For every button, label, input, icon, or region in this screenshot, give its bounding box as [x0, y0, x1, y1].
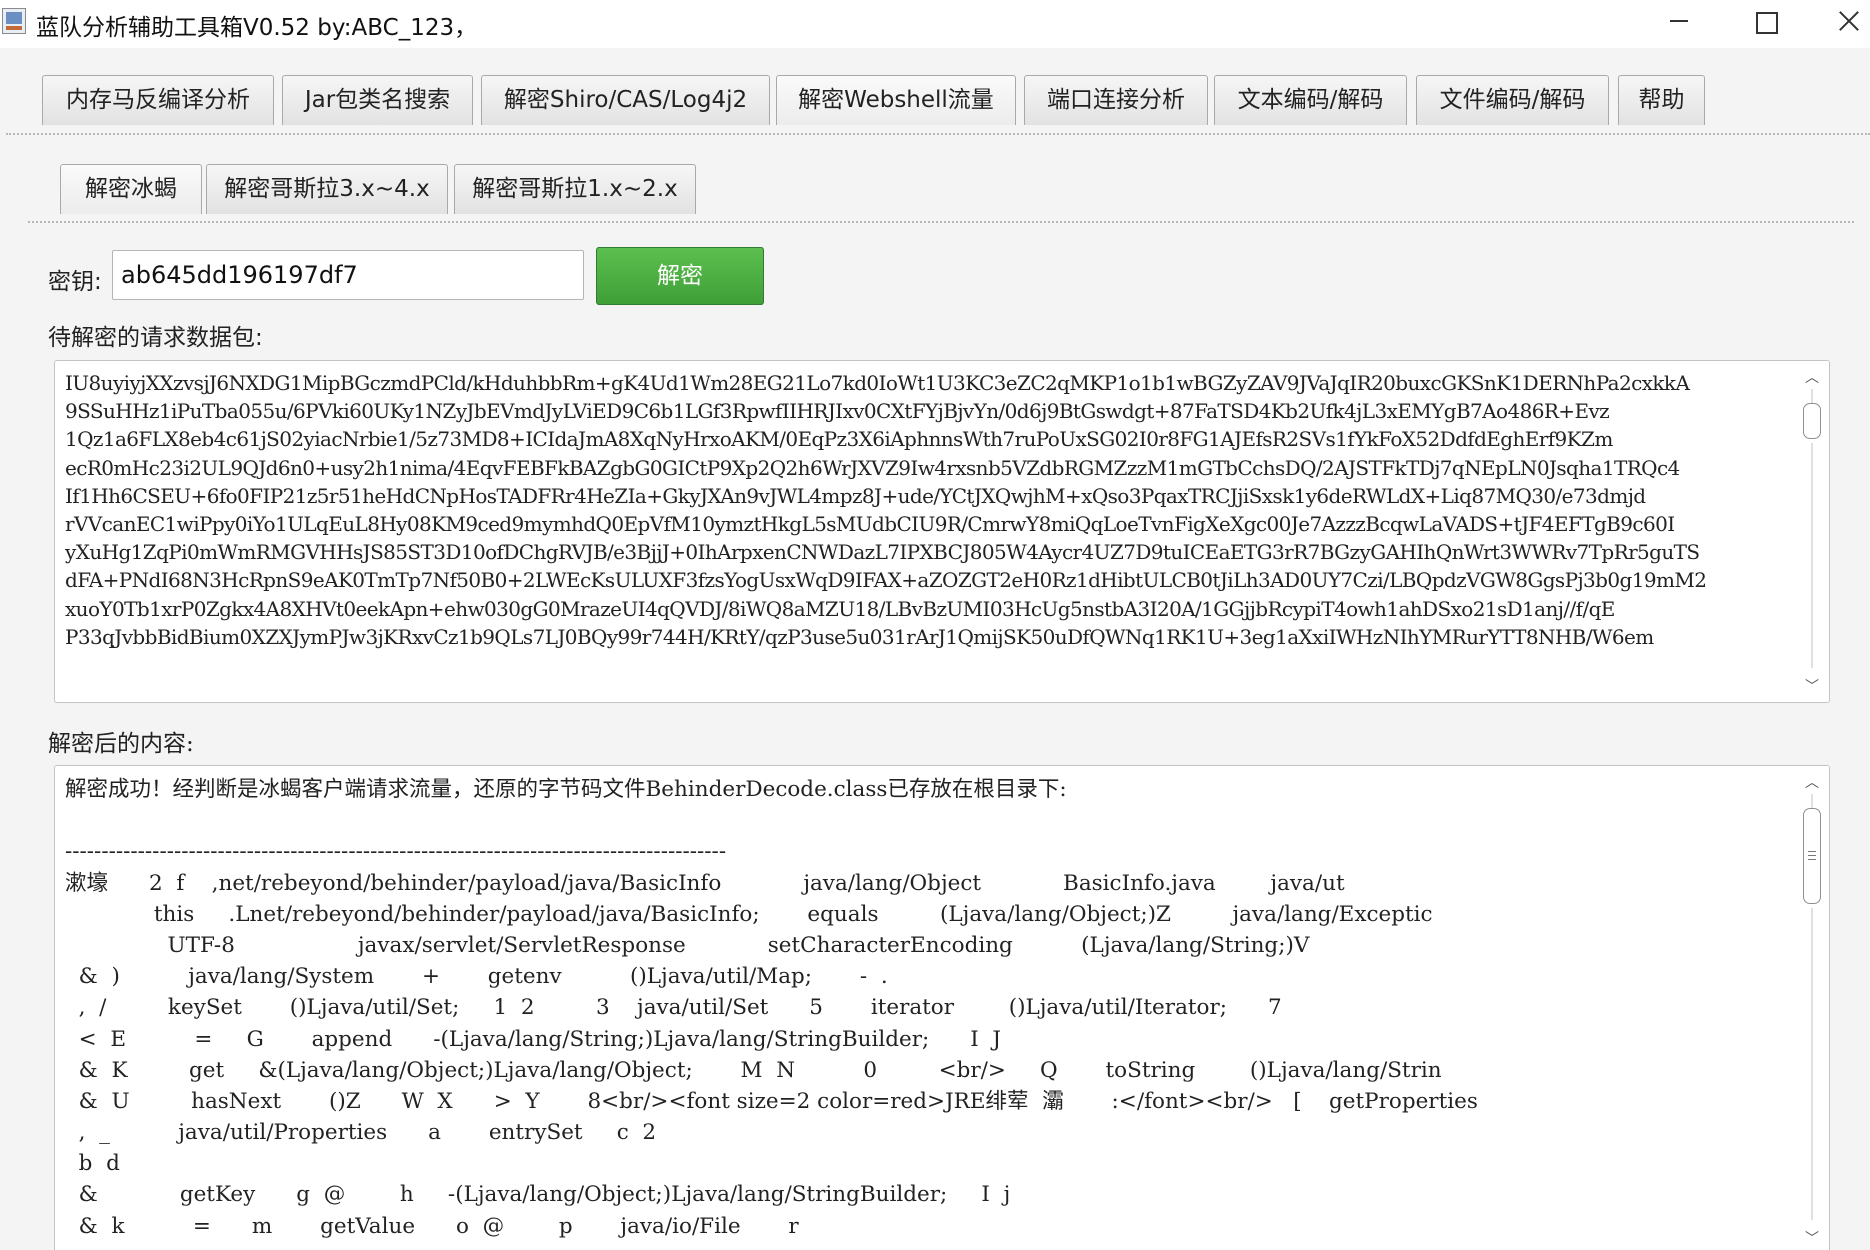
response-text-line: & getKey g @ h -(Ljava/lang/Object;)Ljav…	[65, 1182, 1011, 1208]
minimize-icon[interactable]	[1648, 0, 1708, 44]
window-title: 蓝队分析辅助工具箱V0.52 by:ABC_123，	[36, 15, 478, 41]
tab-jar-class-search[interactable]: Jar包类名搜索	[282, 75, 473, 125]
request-text-line: 1Qz1a6FLX8eb4c61jS02yiacNrbie1/5z73MD8+I…	[65, 427, 1613, 452]
request-text-line: 9SSuHHz1iPuTba055u/6PVki60UKy1NZyJbEVmdJ…	[65, 399, 1610, 424]
tab-help[interactable]: 帮助	[1618, 75, 1705, 125]
subtab-decrypt-godzilla-3-4[interactable]: 解密哥斯拉3.x~4.x	[206, 164, 448, 214]
request-text-line: If1Hh6CSEU+6fo0FIP21z5r51heHdCNpHosTADFR…	[65, 483, 1646, 508]
request-text-line: yXuHg1ZqPi0mWmRMGVHHsJS85ST3D10ofDChgRVJ…	[65, 540, 1700, 565]
java-app-icon	[2, 8, 26, 34]
request-text-line: P33qJvbbBidBium0XZXJymPJw3jKRxvCz1b9QLs7…	[65, 624, 1654, 649]
request-label: 待解密的请求数据包:	[48, 325, 263, 351]
main-tab-divider	[6, 133, 1870, 135]
response-text-line: < E = G append -(Ljava/lang/String;)Ljav…	[65, 1026, 1002, 1052]
scroll-track	[1811, 794, 1813, 808]
request-scrollbar[interactable]: ︿ ﹀	[1795, 361, 1829, 702]
tab-memshell-decompile[interactable]: 内存马反编译分析	[42, 75, 274, 125]
response-scrollbar[interactable]: ︿ ﹀	[1795, 766, 1829, 1250]
scroll-track	[1811, 908, 1813, 1220]
response-text-line	[65, 805, 1793, 836]
scroll-up-icon[interactable]: ︿	[1804, 776, 1820, 790]
request-text-line: rVVcanEC1wiPpy0iYo1ULqEuL8Hy08KM9ced9mym…	[65, 511, 1675, 536]
subtab-decrypt-godzilla-1-2[interactable]: 解密哥斯拉1.x~2.x	[454, 164, 696, 214]
response-textarea[interactable]: 解密成功！经判断是冰蝎客户端请求流量，还原的字节码文件BehinderDecod…	[54, 765, 1830, 1250]
scroll-up-icon[interactable]: ︿	[1804, 371, 1820, 385]
scroll-thumb[interactable]	[1803, 403, 1821, 439]
request-text-line: IU8uyiyjXXzvsjJ6NXDG1MipBGczmdPCld/kHduh…	[65, 371, 1690, 395]
response-text-line: & K get &(Ljava/lang/Object;)Ljava/lang/…	[65, 1057, 1442, 1083]
key-label: 密钥:	[48, 269, 102, 295]
request-text-line: ecR0mHc23i2UL9QJd6n0+usy2h1nima/4EqvFEBF…	[65, 455, 1680, 480]
response-text: 解密成功！经判断是冰蝎客户端请求流量，还原的字节码文件BehinderDecod…	[65, 774, 1793, 1250]
request-textarea[interactable]: IU8uyiyjXXzvsjJ6NXDG1MipBGczmdPCld/kHduh…	[54, 360, 1830, 703]
response-text-line: 解密成功！经判断是冰蝎客户端请求流量，还原的字节码文件BehinderDecod…	[65, 777, 1067, 802]
response-text-line: , _ java/util/Properties a entrySet c 2	[65, 1120, 657, 1146]
title-bar: 蓝队分析辅助工具箱V0.52 by:ABC_123，	[0, 0, 1870, 48]
scroll-down-icon[interactable]: ﹀	[1804, 1232, 1820, 1246]
scroll-thumb[interactable]	[1803, 808, 1821, 904]
response-text-line: ----------------------------------------…	[65, 839, 727, 865]
sub-tab-divider	[28, 221, 1854, 223]
close-icon[interactable]	[1820, 0, 1870, 44]
tab-decrypt-webshell-traffic[interactable]: 解密Webshell流量	[776, 75, 1016, 125]
request-text: IU8uyiyjXXzvsjJ6NXDG1MipBGczmdPCld/kHduh…	[65, 369, 1793, 698]
response-text-line: UTF-8 javax/servlet/ServletResponse setC…	[65, 932, 1310, 958]
maximize-icon[interactable]	[1734, 0, 1794, 44]
key-input[interactable]: ab645dd196197df7	[112, 250, 584, 300]
request-text-line: xuoY0Tb1xrP0Zgkx4A8XHVt0eekApn+ehw030gG0…	[65, 596, 1615, 621]
response-text-line: , / keySet ()Ljava/util/Set; 1 2 3 java/…	[65, 995, 1282, 1021]
response-text-line: b d	[65, 1151, 120, 1177]
subtab-decrypt-behinder[interactable]: 解密冰蝎	[60, 164, 202, 214]
response-text-line: 漱壕 2 f ,net/rebeyond/behinder/payload/ja…	[65, 870, 1345, 896]
request-text-line: dFA+PNdI68N3HcRpnS9eAK0TmTp7Nf50B0+2LWEc…	[65, 568, 1707, 593]
response-text-line: & U hasNext ()Z W X > Y 8<br/><font size…	[65, 1088, 1478, 1114]
tab-text-encode-decode[interactable]: 文本编码/解码	[1214, 75, 1407, 125]
tab-file-encode-decode[interactable]: 文件编码/解码	[1416, 75, 1609, 125]
tab-port-connection-analysis[interactable]: 端口连接分析	[1024, 75, 1208, 125]
tab-decrypt-shiro-cas-log4j2[interactable]: 解密Shiro/CAS/Log4j2	[481, 75, 770, 125]
response-text-line: & ) java/lang/System + getenv ()Ljava/ut…	[65, 964, 888, 990]
response-label: 解密后的内容:	[48, 731, 194, 757]
response-text-line: this .Lnet/rebeyond/behinder/payload/jav…	[65, 901, 1433, 927]
response-text-line: & k = m getValue o @ p java/io/File r	[65, 1213, 799, 1239]
decrypt-button[interactable]: 解密	[596, 247, 764, 305]
scroll-down-icon[interactable]: ﹀	[1804, 680, 1820, 694]
scroll-track	[1811, 443, 1813, 668]
